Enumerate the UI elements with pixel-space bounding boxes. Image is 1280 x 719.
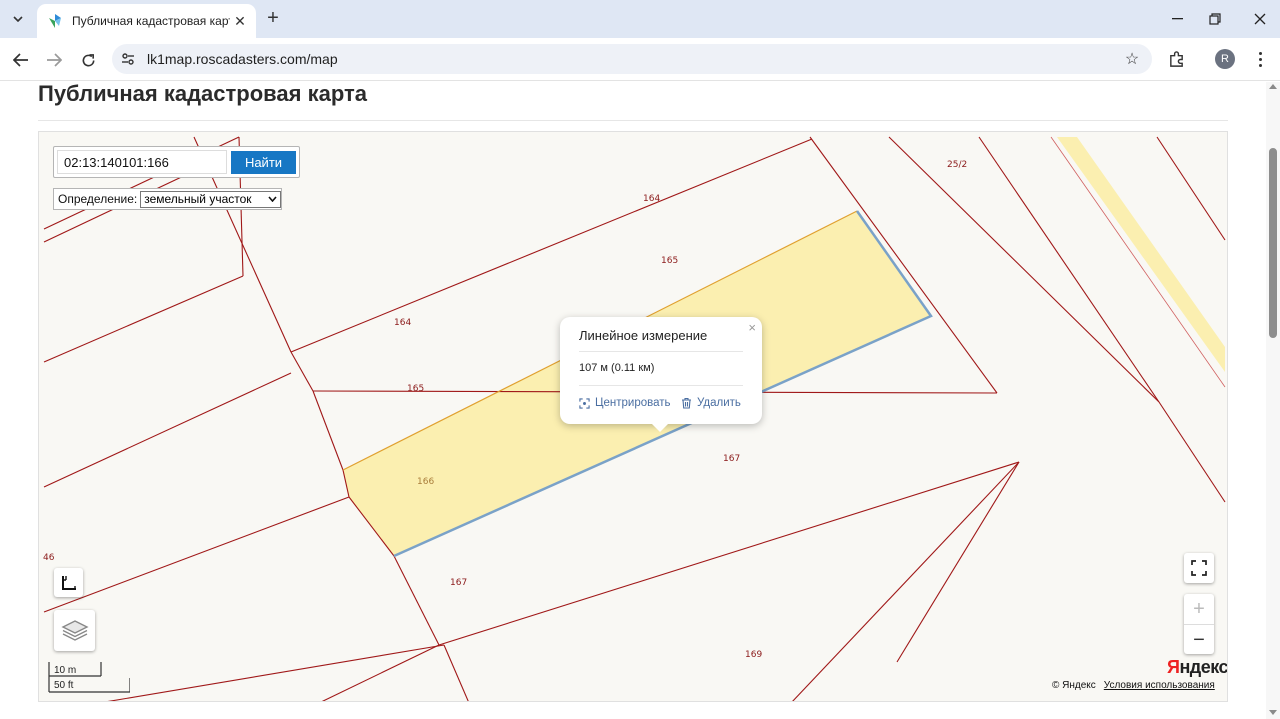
browser-menu-icon[interactable] [1250,47,1270,71]
delete-action-label: Удалить [697,397,741,409]
address-bar[interactable]: lk1map.roscadasters.com/map ☆ [112,44,1152,74]
plot-label-166: 166 [417,477,435,487]
fullscreen-icon [1191,560,1207,576]
plot-label-164: 164 [394,318,412,328]
plot-label-165: 165 [661,256,679,266]
back-button[interactable] [8,47,34,73]
zoom-control: + − [1184,594,1214,654]
extensions-button[interactable] [1163,46,1189,72]
plot-label-25-2: 25/2 [947,160,968,170]
fullscreen-button[interactable] [1184,553,1214,583]
tab-search-button[interactable] [6,7,30,31]
tab-bar: Публичная кадастровая карта ✕ + [0,0,1280,38]
definition-select[interactable]: земельный участок [140,190,281,208]
browser-toolbar: lk1map.roscadasters.com/map ☆ R [0,38,1280,81]
trash-icon [682,397,691,409]
title-divider [38,120,1228,121]
ruler-icon [61,575,76,590]
minimize-icon [1171,18,1183,20]
measurement-popup: × Линейное измерение 107 м (0.11 км) Цен… [560,317,762,432]
road-edge [1050,136,1226,388]
plot-label-165: 165 [407,384,425,394]
search-panel: Найти [53,146,300,178]
plot-label-167: 167 [450,578,468,588]
plot-label-164: 164 [643,194,661,204]
profile-avatar[interactable]: R [1215,49,1235,69]
scroll-up-icon[interactable] [1269,84,1277,89]
popup-close-icon[interactable]: × [748,320,756,335]
popup-title: Линейное измерение [579,328,708,343]
popup-divider [579,351,743,352]
url-text: lk1map.roscadasters.com/map [147,51,338,67]
plot-label-167: 167 [723,454,741,464]
window-close-button[interactable] [1240,6,1280,32]
layers-button[interactable] [54,610,95,651]
center-focus-icon [579,397,590,409]
browser-tab[interactable]: Публичная кадастровая карта ✕ [37,4,256,38]
new-tab-button[interactable]: + [262,8,284,30]
center-action-label: Центрировать [595,397,671,409]
scale-feet: 50 ft [54,680,74,691]
delete-action[interactable]: Удалить [681,397,741,409]
forward-button[interactable] [41,47,67,73]
popup-divider [579,385,743,386]
restore-icon [1209,13,1221,25]
road-strip [1057,137,1225,372]
minimize-button[interactable] [1157,6,1197,32]
arrow-right-icon [47,53,62,67]
definition-selected-value: земельный участок [144,192,252,206]
yandex-logo[interactable]: Яндекс [1167,657,1227,678]
definition-panel: Определение: земельный участок [53,188,282,210]
ruler-button[interactable] [54,568,83,597]
layers-icon [60,619,89,641]
bookmark-star-icon[interactable]: ☆ [1122,49,1142,69]
definition-label: Определение: [58,192,138,206]
puzzle-icon [1169,50,1183,67]
close-icon [1254,13,1266,25]
measurement-value: 107 м (0.11 км) [579,362,655,374]
reload-button[interactable] [75,47,101,73]
map-copyright: © Яндекс Условия использования [1052,680,1215,691]
tab-title: Публичная кадастровая карта [72,14,230,28]
scale-meters: 10 m [54,665,77,676]
arrow-left-icon [13,53,28,67]
terms-link[interactable]: Условия использования [1104,680,1215,691]
scroll-down-icon[interactable] [1269,710,1277,715]
page-title: Публичная кадастровая карта [38,81,367,106]
copyright-text: © Яндекс [1052,680,1096,691]
chevron-down-icon [268,196,277,202]
tab-close-icon[interactable]: ✕ [230,11,250,31]
map-scale: 10 m 50 ft [48,662,130,694]
plot-label-169: 169 [745,650,763,660]
cadastral-map[interactable]: 164 165 164 165 166 167 167 169 25/2 46 … [38,131,1228,702]
cadastral-number-input[interactable] [57,150,227,174]
find-button[interactable]: Найти [231,151,296,174]
page-scrollbar[interactable] [1266,82,1280,719]
zoom-out-button[interactable]: − [1184,625,1214,655]
site-info-icon [122,53,134,65]
chevron-down-icon [13,16,23,22]
site-favicon-icon [49,14,61,28]
zoom-in-button[interactable]: + [1184,594,1214,624]
restore-button[interactable] [1195,6,1235,32]
plot-label-46: 46 [43,553,55,563]
reload-icon [82,53,94,66]
center-action[interactable]: Центрировать [579,397,671,409]
scroll-thumb[interactable] [1269,148,1277,338]
